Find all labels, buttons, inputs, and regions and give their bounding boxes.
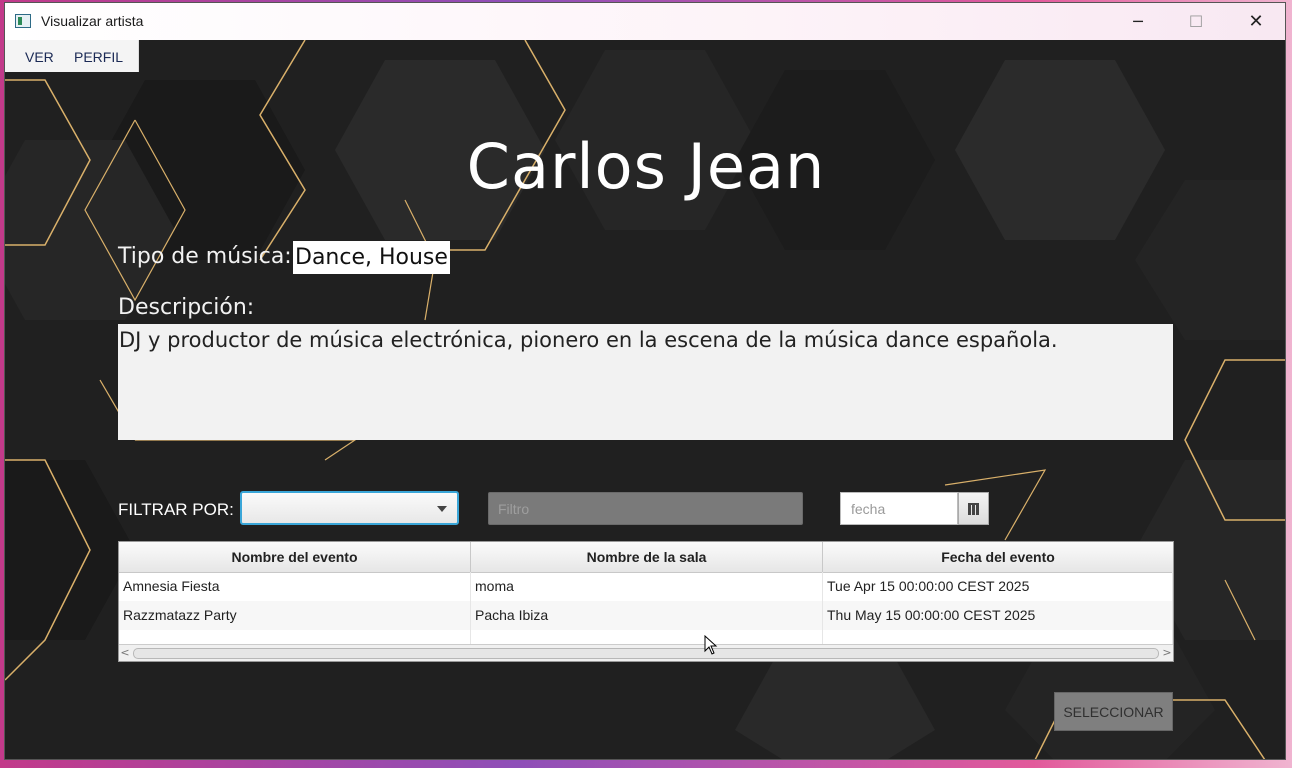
artist-name: Carlos Jean xyxy=(466,130,826,203)
minimize-button[interactable]: ─ xyxy=(1109,3,1167,40)
date-picker-button[interactable] xyxy=(958,492,989,525)
menu-bar: VER PERFIL xyxy=(5,40,139,72)
app-icon xyxy=(15,14,31,28)
select-button[interactable]: SELECCIONAR xyxy=(1054,692,1173,731)
events-table[interactable]: Nombre del evento Nombre de la sala Fech… xyxy=(118,541,1174,662)
column-header-event-name[interactable]: Nombre del evento xyxy=(119,542,471,572)
cell-event-date: Tue Apr 15 00:00:00 CEST 2025 xyxy=(823,572,1173,601)
menu-item-perfil[interactable]: PERFIL xyxy=(74,49,123,65)
window-title: Visualizar artista xyxy=(41,13,144,29)
description-textarea[interactable]: DJ y productor de música electrónica, pi… xyxy=(118,324,1173,440)
filter-combobox[interactable] xyxy=(240,491,459,525)
table-header: Nombre del evento Nombre de la sala Fech… xyxy=(119,542,1173,573)
column-header-event-date[interactable]: Fecha del evento xyxy=(823,542,1173,572)
scroll-right-icon[interactable]: > xyxy=(1161,646,1173,660)
mouse-cursor-icon xyxy=(704,635,718,655)
maximize-button[interactable]: ☐ xyxy=(1167,3,1225,40)
cell-event-name: Amnesia Fiesta xyxy=(119,572,471,601)
title-bar: Visualizar artista ─ ☐ ✕ xyxy=(5,3,1285,40)
scrollbar-thumb[interactable] xyxy=(133,648,1159,659)
genre-label: Tipo de música: xyxy=(118,244,292,269)
table-row-empty xyxy=(119,630,1173,644)
filter-input[interactable]: Filtro xyxy=(488,492,803,525)
chevron-down-icon[interactable] xyxy=(437,506,447,512)
table-row[interactable]: Amnesia Fiesta moma Tue Apr 15 00:00:00 … xyxy=(119,572,1173,601)
description-label: Descripción: xyxy=(118,295,255,320)
calendar-icon xyxy=(968,502,979,515)
date-input[interactable]: fecha xyxy=(840,492,958,525)
cell-venue-name: moma xyxy=(471,572,823,601)
table-row[interactable]: Razzmatazz Party Pacha Ibiza Thu May 15 … xyxy=(119,601,1173,630)
close-button[interactable]: ✕ xyxy=(1227,3,1285,40)
column-header-venue-name[interactable]: Nombre de la sala xyxy=(471,542,823,572)
cell-empty xyxy=(823,630,1173,644)
horizontal-scrollbar[interactable]: < > xyxy=(119,644,1173,661)
genre-value: Dance, House xyxy=(293,241,450,274)
cell-event-name: Razzmatazz Party xyxy=(119,601,471,630)
menu-item-ver[interactable]: VER xyxy=(25,49,54,65)
cell-event-date: Thu May 15 00:00:00 CEST 2025 xyxy=(823,601,1173,630)
cell-empty xyxy=(119,630,471,644)
filter-label: FILTRAR POR: xyxy=(118,500,234,519)
cell-empty xyxy=(471,630,823,644)
app-window: Visualizar artista ─ ☐ ✕ Carlos Jean Tip… xyxy=(4,2,1286,760)
cell-venue-name: Pacha Ibiza xyxy=(471,601,823,630)
scroll-left-icon[interactable]: < xyxy=(119,646,131,660)
main-content: Carlos Jean Tipo de música: Dance, House… xyxy=(5,40,1285,759)
